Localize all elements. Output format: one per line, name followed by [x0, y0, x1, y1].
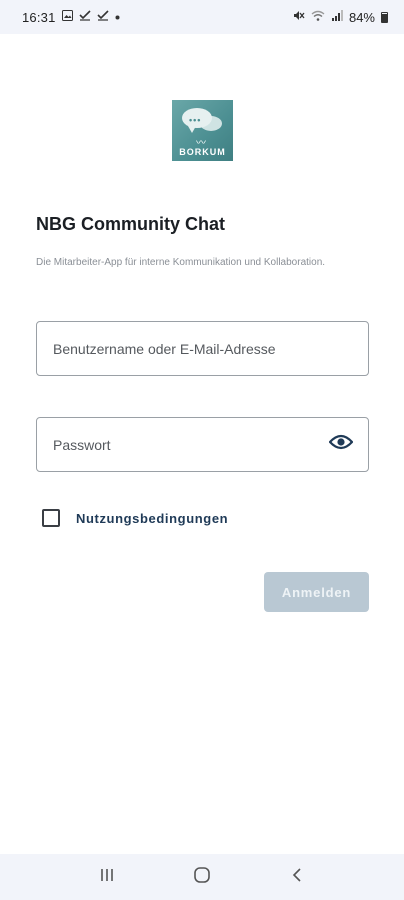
- image-icon: [61, 10, 73, 24]
- mute-icon: [293, 10, 305, 24]
- password-input[interactable]: [51, 435, 328, 454]
- page-title: NBG Community Chat: [36, 214, 225, 234]
- back-button[interactable]: [277, 857, 317, 897]
- system-nav-bar: [0, 854, 404, 900]
- check-icon: [78, 10, 91, 24]
- eye-icon: [328, 434, 354, 455]
- status-bar: 16:31 84%: [0, 0, 404, 34]
- page-subtitle: Die Mitarbeiter-App für interne Kommunik…: [36, 257, 326, 268]
- battery-icon: [381, 11, 388, 23]
- terms-checkbox[interactable]: [42, 509, 60, 527]
- logo-dots: •••: [189, 115, 202, 125]
- show-password-button[interactable]: [328, 432, 354, 458]
- wifi-icon: [311, 10, 325, 24]
- username-field[interactable]: [36, 321, 369, 376]
- status-left: 16:31: [22, 10, 120, 25]
- battery-level: 84%: [348, 9, 375, 25]
- signal-icon: [331, 10, 343, 24]
- recent-apps-button[interactable]: [87, 857, 127, 897]
- username-input[interactable]: [51, 339, 354, 358]
- back-icon: [291, 867, 303, 888]
- recent-apps-icon: [99, 868, 115, 887]
- password-field[interactable]: [36, 417, 369, 472]
- terms-row: Nutzungsbedingungen: [42, 509, 228, 527]
- home-button[interactable]: [182, 857, 222, 897]
- app-logo: ••• 〰 BORKUM: [172, 100, 233, 161]
- status-time: 16:31: [22, 9, 56, 25]
- login-button[interactable]: Anmelden: [264, 572, 369, 612]
- status-right: 84%: [293, 10, 388, 25]
- logo-brand-text: BORKUM: [179, 147, 226, 157]
- check-icon: [96, 10, 109, 24]
- login-screen: ••• 〰 BORKUM NBG Community Chat Die Mita…: [0, 34, 404, 854]
- dot-icon: [115, 12, 120, 23]
- terms-link[interactable]: Nutzungsbedingungen: [76, 511, 228, 526]
- home-icon: [193, 866, 211, 889]
